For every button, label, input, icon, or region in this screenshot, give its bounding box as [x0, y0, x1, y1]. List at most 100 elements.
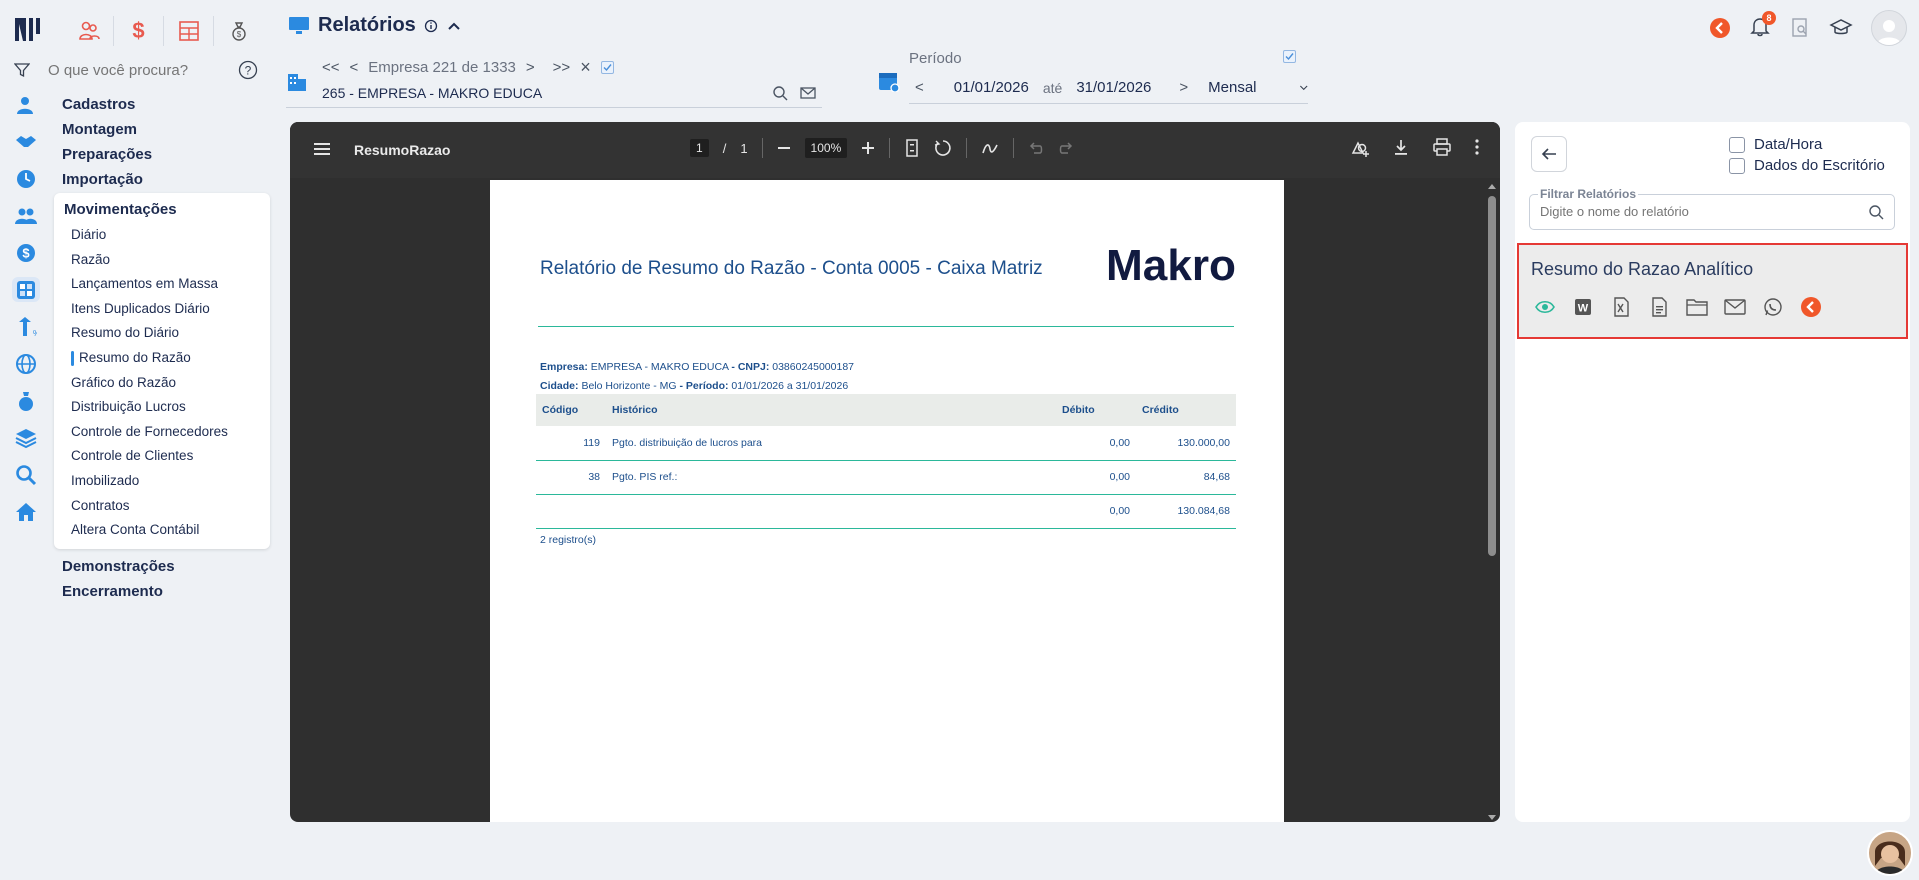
office-checkbox[interactable] [1729, 157, 1745, 174]
handshake-icon[interactable] [12, 129, 40, 154]
chevron-down-icon[interactable] [1299, 83, 1308, 93]
help-icon[interactable]: ? [238, 60, 258, 80]
page-input[interactable]: 1 [690, 139, 709, 157]
back-button[interactable] [1531, 136, 1567, 172]
menu-item[interactable]: Contratos [54, 494, 270, 519]
menu-item[interactable]: Lançamentos em Massa [54, 272, 270, 297]
home-icon[interactable] [12, 499, 40, 524]
next-company-button[interactable]: > [526, 59, 535, 76]
menu-group[interactable]: Demonstrações [54, 554, 270, 579]
app-logo[interactable] [12, 14, 42, 44]
period-start[interactable]: 01/01/2026 [954, 79, 1029, 96]
globe-icon[interactable] [12, 351, 40, 376]
period-checkbox[interactable] [1283, 50, 1296, 63]
menu-item[interactable]: Razão [54, 248, 270, 273]
menu-group[interactable]: Cadastros [54, 92, 270, 117]
more-vertical-icon[interactable] [1474, 138, 1480, 156]
frequency-select[interactable]: Mensal [1208, 79, 1256, 96]
menu-group[interactable]: Preparações [54, 142, 270, 167]
menu-group[interactable]: Encerramento [54, 579, 270, 604]
money-bag-icon[interactable]: $ [214, 16, 264, 46]
svg-text:W: W [1578, 303, 1589, 315]
zoom-level[interactable]: 100% [804, 138, 848, 158]
period-end[interactable]: 31/01/2026 [1076, 79, 1151, 96]
menu-group[interactable]: Montagem [54, 117, 270, 142]
download-icon[interactable] [1392, 138, 1410, 156]
menu-item[interactable]: Gráfico do Razão [54, 371, 270, 396]
menu-item-active[interactable]: Resumo do Razão [54, 346, 270, 371]
search-rail-icon[interactable] [12, 462, 40, 487]
draw-icon[interactable] [981, 139, 999, 157]
document-search-icon[interactable] [1789, 17, 1811, 39]
prev-company-button[interactable]: < [350, 59, 359, 76]
user-avatar[interactable] [1871, 10, 1907, 46]
building-icon [288, 74, 306, 91]
filter-input[interactable] [1540, 204, 1860, 219]
fit-page-icon[interactable] [904, 139, 920, 157]
people-icon[interactable] [64, 16, 114, 46]
transfer-icon[interactable]: % [12, 314, 40, 339]
mail-check-icon[interactable] [800, 86, 816, 100]
assistant-avatar[interactable] [1867, 830, 1913, 876]
rail-user-icon[interactable] [12, 92, 40, 117]
menu-icon[interactable] [314, 142, 330, 156]
zoom-in-icon[interactable] [861, 141, 875, 155]
undo-icon[interactable] [1028, 140, 1044, 156]
menu-item[interactable]: Imobilizado [54, 469, 270, 494]
layers-icon[interactable] [12, 425, 40, 450]
first-company-button[interactable]: << [322, 59, 340, 76]
excel-icon[interactable] [1609, 295, 1633, 319]
dollar-icon[interactable]: $ [114, 16, 164, 46]
search-icon[interactable] [1868, 204, 1884, 220]
option-office[interactable]: Dados do Escritório [1729, 155, 1885, 176]
mail-icon[interactable] [1723, 295, 1747, 319]
menu-item[interactable]: Diário [54, 223, 270, 248]
rotate-icon[interactable] [934, 139, 952, 157]
prev-period-button[interactable]: < [915, 79, 924, 96]
last-company-button[interactable]: >> [553, 59, 571, 76]
pdf-scrollbar[interactable] [1486, 182, 1498, 822]
menu-group-active[interactable]: Movimentações [54, 197, 270, 223]
menu-item[interactable]: Resumo do Diário [54, 321, 270, 346]
scrollbar-thumb[interactable] [1488, 196, 1496, 556]
search-icon[interactable] [772, 85, 788, 101]
chevron-up-icon[interactable] [446, 18, 462, 34]
reports-panel: Data/Hora Dados do Escritório Filtrar Re… [1515, 122, 1910, 822]
datetime-checkbox[interactable] [1729, 136, 1745, 153]
report-card[interactable]: Resumo do Razao Analítico W [1517, 243, 1908, 339]
menu-item[interactable]: Itens Duplicados Diário [54, 297, 270, 322]
calculator-icon[interactable] [164, 16, 214, 46]
menu-item[interactable]: Distribuição Lucros [54, 395, 270, 420]
menu-item[interactable]: Controle de Fornecedores [54, 420, 270, 445]
info-icon[interactable] [424, 19, 438, 33]
menu-item[interactable]: Altera Conta Contábil [54, 518, 270, 543]
company-field[interactable]: 265 - EMPRESA - MAKRO EDUCA [286, 78, 822, 108]
redo-icon[interactable] [1058, 140, 1074, 156]
makro-share-icon[interactable] [1799, 295, 1823, 319]
menu-search-input[interactable] [48, 61, 228, 79]
pdf-icon[interactable] [1647, 295, 1671, 319]
accounting-icon[interactable] [12, 277, 40, 302]
makro-circle-icon[interactable] [1709, 17, 1731, 39]
next-period-button[interactable]: > [1179, 79, 1188, 96]
clock-icon[interactable] [12, 166, 40, 191]
menu-group[interactable]: Importação [54, 167, 270, 192]
bag-icon[interactable] [12, 388, 40, 413]
option-datetime[interactable]: Data/Hora [1729, 134, 1885, 155]
word-icon[interactable]: W [1571, 295, 1595, 319]
eye-icon[interactable] [1533, 295, 1557, 319]
pdf-canvas: Relatório de Resumo do Razão - Conta 000… [290, 178, 1500, 822]
notifications-button[interactable]: 8 [1749, 10, 1776, 42]
menu-item[interactable]: Controle de Clientes [54, 444, 270, 469]
print-icon[interactable] [1432, 138, 1452, 156]
zoom-out-icon[interactable] [777, 141, 791, 155]
add-shape-icon[interactable] [1350, 138, 1370, 158]
folder-icon[interactable] [1685, 295, 1709, 319]
svg-text:Makro: Makro [1106, 241, 1236, 290]
clear-company-button[interactable]: × [580, 57, 591, 78]
coin-icon[interactable]: $ [12, 240, 40, 265]
graduation-cap-icon[interactable] [1829, 17, 1853, 39]
users-icon[interactable] [12, 203, 40, 228]
whatsapp-icon[interactable] [1761, 295, 1785, 319]
company-checkbox[interactable] [600, 60, 614, 74]
